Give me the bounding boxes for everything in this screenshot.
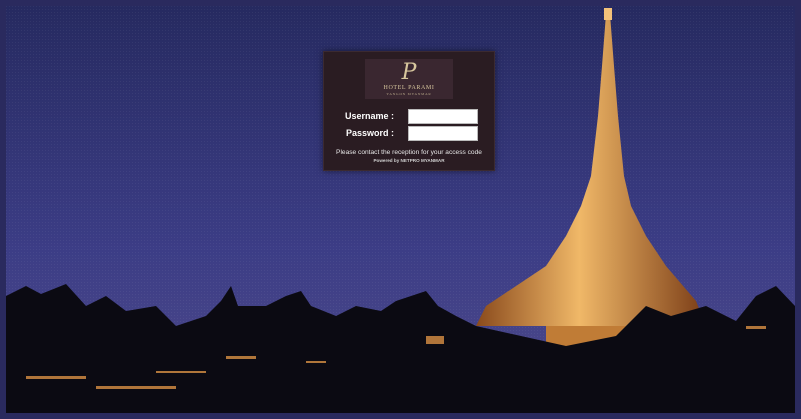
username-label: Username : [344, 111, 394, 121]
powered-by: Powered by NETPRO MYANMAR [373, 158, 445, 163]
password-row: Password : [324, 126, 494, 143]
access-code-notice: Please contact the reception for your ac… [336, 149, 482, 156]
logo-mark: P [401, 59, 417, 85]
password-input[interactable] [408, 126, 478, 141]
logo-name: HOTEL PARAMI [383, 84, 435, 91]
username-row: Username : [324, 109, 494, 126]
hotel-logo: P HOTEL PARAMI YANGON MYANMAR [365, 59, 453, 99]
password-label: Password : [345, 128, 394, 138]
login-panel: P HOTEL PARAMI YANGON MYANMAR Username :… [323, 51, 495, 171]
username-input[interactable] [408, 109, 478, 124]
logo-tagline: YANGON MYANMAR [386, 91, 432, 96]
